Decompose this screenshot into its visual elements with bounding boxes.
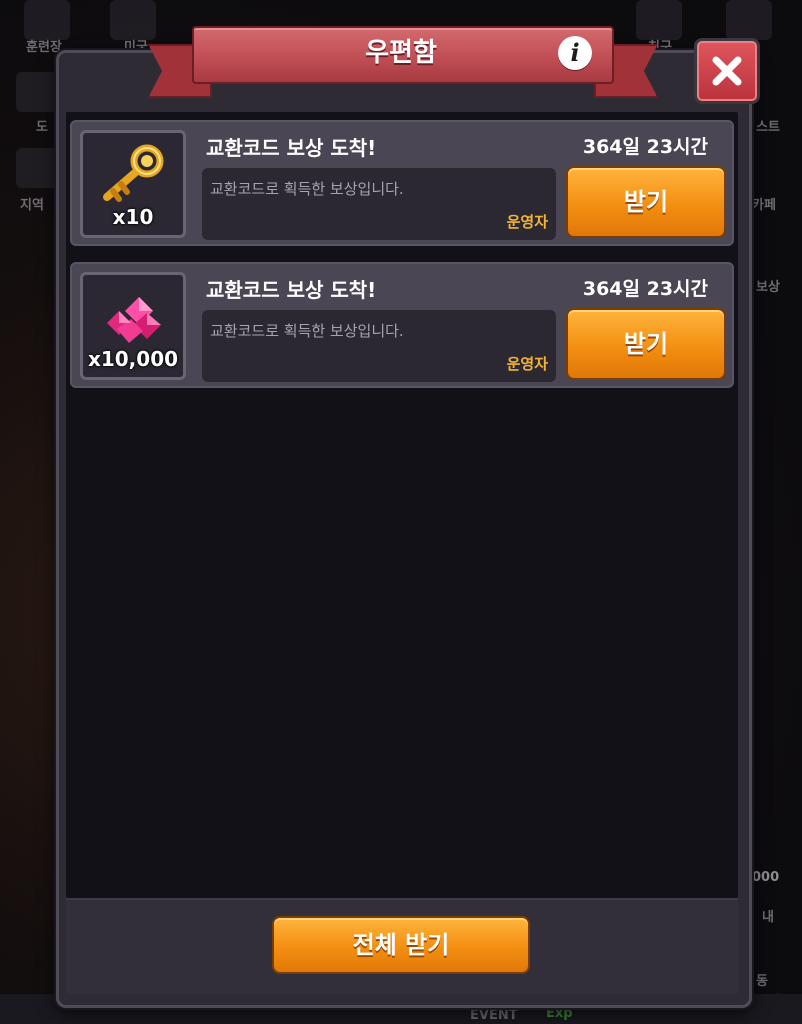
training-icon [24, 0, 70, 40]
friends-icon [636, 0, 682, 40]
golden-key-icon [103, 144, 164, 202]
bg-label-auto: 동 [756, 974, 768, 989]
info-icon[interactable]: i [558, 36, 592, 70]
mail-title: 교환코드 보상 도착! [206, 278, 377, 302]
mail-item: x10,000 교환코드 보상 도착! 364일 23시간 교환코드로 획득한 … [70, 262, 734, 388]
item-quantity: x10 [112, 205, 154, 229]
sender-label: 운영자 [506, 213, 548, 231]
message-box: 교환코드로 획득한 보상입니다. 운영자 [202, 310, 556, 382]
labyrinth-icon [110, 0, 156, 40]
message-box: 교환코드로 획득한 보상입니다. 운영자 [202, 168, 556, 240]
ranking-icon [726, 0, 772, 40]
bg-label-codex: 도 [36, 120, 48, 135]
mail-time-left: 364일 23시간 [582, 136, 708, 158]
bg-label-guide: 내 [762, 910, 774, 925]
close-button[interactable] [694, 38, 760, 104]
bg-label-cafe: 카페 [752, 198, 776, 213]
bg-label-amount: 000 [752, 870, 780, 885]
window-title: 우편함 [365, 38, 437, 68]
claim-button[interactable]: 받기 [566, 308, 726, 380]
bg-label-training: 훈련장 [26, 40, 62, 55]
reward-slot[interactable]: x10 [80, 130, 186, 238]
reward-slot[interactable]: x10,000 [80, 272, 186, 380]
bg-label-exp: Exp [546, 1006, 573, 1021]
bg-label-region: 지역 [20, 198, 44, 213]
mail-title: 교환코드 보상 도착! [206, 136, 377, 160]
item-quantity: x10,000 [87, 347, 179, 371]
bg-label-event: EVENT [470, 1008, 518, 1023]
mail-item: x10 교환코드 보상 도착! 364일 23시간 교환코드로 획득한 보상입니… [70, 120, 734, 246]
claim-button[interactable]: 받기 [566, 166, 726, 238]
pink-gems-icon [107, 297, 161, 343]
bg-label-reward: 보상 [756, 280, 780, 295]
message-text: 교환코드로 획득한 보상입니다. [210, 322, 404, 340]
sender-label: 운영자 [506, 355, 548, 373]
mail-time-left: 364일 23시간 [582, 278, 708, 300]
claim-all-button[interactable]: 전체 받기 [272, 916, 530, 974]
bg-label-quest: 스트 [756, 120, 780, 135]
message-text: 교환코드로 획득한 보상입니다. [210, 180, 404, 198]
close-icon [712, 56, 742, 86]
